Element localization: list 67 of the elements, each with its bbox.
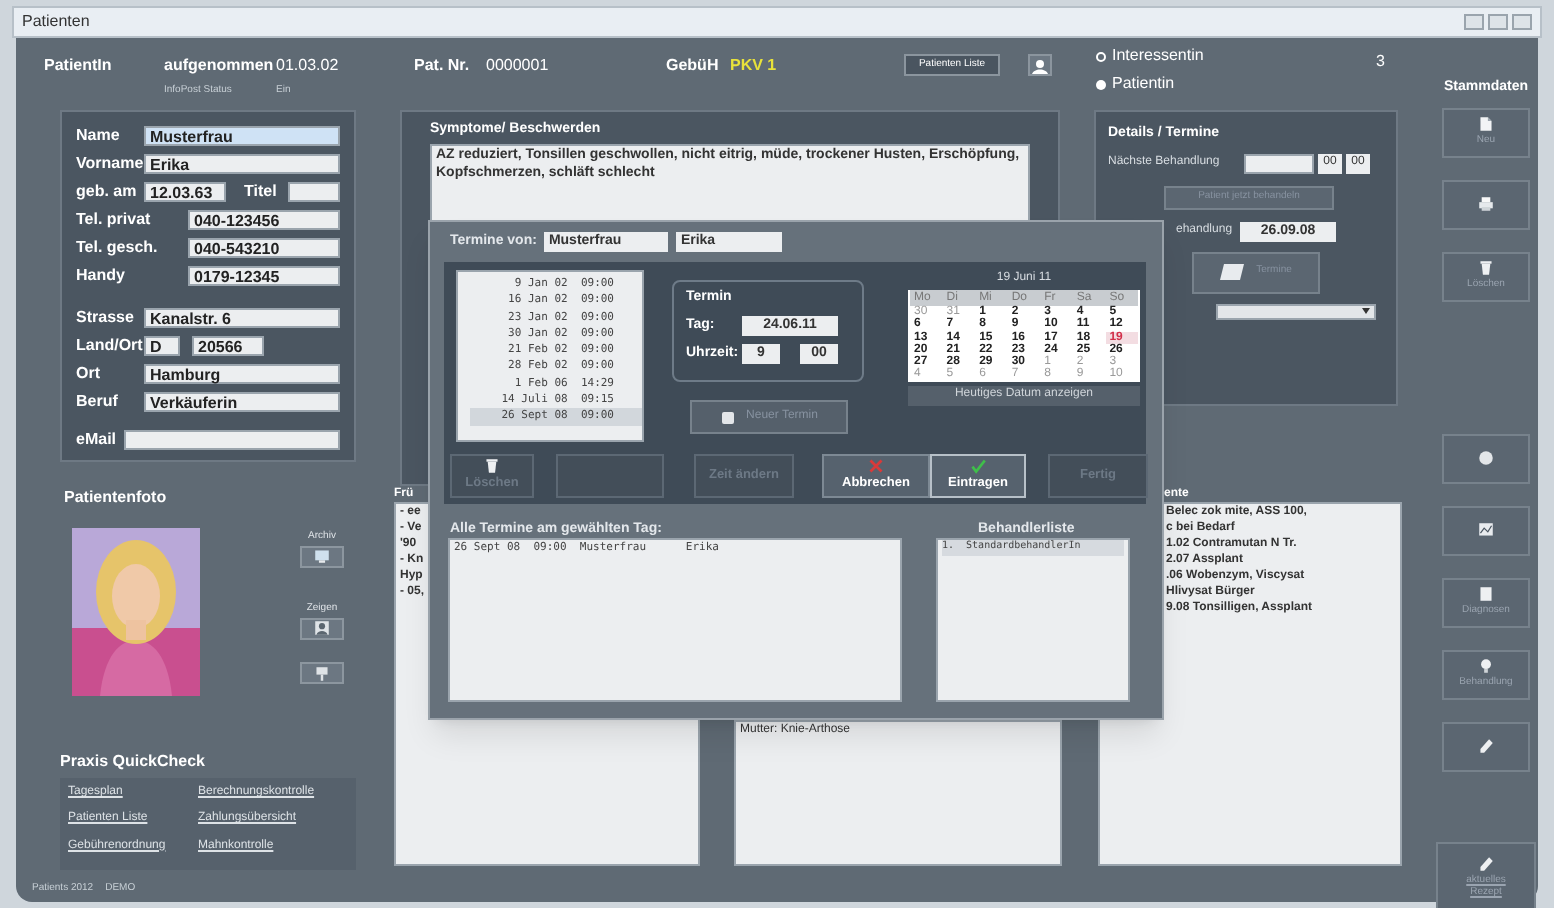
admitted-label: aufgenommen	[164, 54, 276, 78]
dropdown[interactable]	[1216, 303, 1376, 319]
field-label: eMail	[76, 427, 119, 451]
person-icon	[314, 620, 330, 636]
patient-label: PatientIn	[44, 54, 114, 78]
text-field[interactable]: Hamburg	[144, 363, 340, 383]
fee-label: GebüH	[666, 54, 721, 78]
photo-button[interactable]	[300, 617, 344, 639]
sidebar-button[interactable]	[1442, 433, 1530, 483]
field-label: Vorname	[76, 151, 144, 175]
text-field[interactable]: 20566	[192, 335, 264, 355]
trash-icon	[484, 458, 500, 475]
patient-number: 0000001	[486, 54, 551, 78]
cross-icon	[868, 458, 884, 475]
text-field[interactable]	[288, 181, 340, 201]
photo-button[interactable]	[300, 545, 344, 567]
field-label: Handy	[76, 263, 127, 287]
window-title: Patienten	[22, 10, 90, 34]
text-field[interactable]: 0179-12345	[188, 265, 340, 285]
field-label: Ort	[76, 361, 102, 385]
field-label: Titel	[244, 179, 279, 203]
card-icon	[1220, 264, 1245, 280]
field-label: Tel. privat	[76, 207, 153, 231]
field-label: Tel. gesch.	[76, 235, 160, 259]
count-text: 3	[1376, 50, 1385, 74]
printer-icon	[1478, 196, 1494, 212]
photo-button[interactable]	[300, 662, 344, 684]
fee-value: PKV 1	[730, 54, 779, 78]
radio-label: Patientin	[1112, 72, 1175, 96]
trash-icon	[1478, 259, 1494, 276]
ball-icon	[1478, 450, 1494, 466]
admitted-date: 01.03.02	[276, 54, 341, 78]
chart-icon	[1478, 522, 1494, 538]
monitor-icon	[314, 548, 330, 564]
text-field[interactable]: 12.03.63	[144, 181, 226, 201]
text-field[interactable]: 040-543210	[188, 237, 340, 257]
patient-number-label: Pat. Nr.	[414, 54, 472, 78]
pin-icon	[314, 665, 330, 681]
person-icon	[1032, 57, 1048, 73]
sidebar-button[interactable]	[1442, 179, 1530, 229]
text-field[interactable]: Erika	[144, 153, 340, 173]
field-label: Name	[76, 123, 122, 147]
field-label: geb. am	[76, 179, 139, 203]
person-list-button[interactable]	[1028, 54, 1052, 76]
field-label: Beruf	[76, 389, 120, 413]
text-field[interactable]: Musterfrau	[144, 125, 340, 145]
document-icon	[1478, 115, 1494, 132]
bulb-icon	[1478, 657, 1494, 674]
date-field[interactable]	[1244, 153, 1314, 173]
radio-label: Interessentin	[1112, 44, 1204, 68]
caret-icon	[1362, 308, 1370, 314]
text-field[interactable]: Kanalstr. 6	[144, 307, 340, 327]
field-label: Strasse	[76, 305, 136, 329]
page-icon	[1478, 585, 1494, 602]
text-field[interactable]: D	[144, 335, 180, 355]
text-field[interactable]: Verkäuferin	[144, 391, 340, 411]
section-title: Praxis QuickCheck	[60, 750, 207, 774]
sidebar-button[interactable]	[1442, 505, 1530, 555]
field-label: Land/Ort	[76, 333, 144, 357]
radio-button[interactable]: Patientin	[1096, 72, 1376, 96]
text-field[interactable]	[124, 429, 340, 449]
pen-icon	[1478, 856, 1494, 872]
check-icon	[970, 458, 986, 475]
section-title: Patientenfoto	[64, 486, 167, 510]
pen-icon	[1478, 738, 1494, 754]
radio-button[interactable]: Interessentin	[1096, 44, 1376, 68]
text-field[interactable]: 040-123456	[188, 209, 340, 229]
